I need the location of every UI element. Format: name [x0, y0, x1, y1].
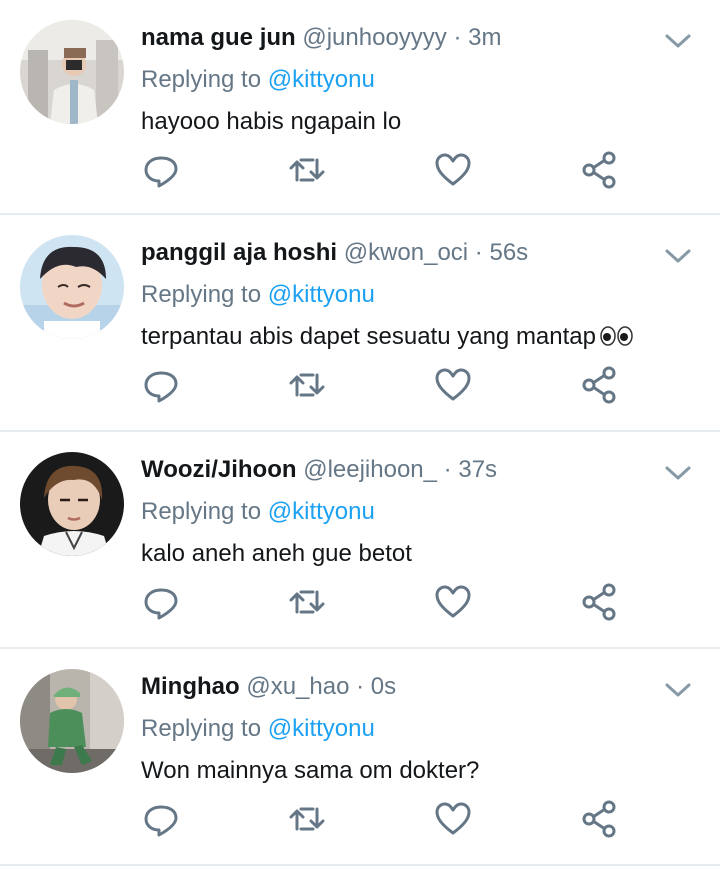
display-name[interactable]: Minghao [141, 673, 240, 700]
tweet-header: Minghao @xu_hao · 0s [141, 671, 700, 703]
reply-timeline: nama gue jun @junhooyyyy · 3m Replying t… [0, 0, 720, 866]
tweet-header: Woozi/Jihoon @leejihoon_ · 37s [141, 454, 700, 486]
avatar[interactable] [20, 452, 124, 556]
timestamp[interactable]: 56s [489, 239, 528, 266]
separator-dot: · [443, 456, 452, 483]
separator-dot: · [356, 673, 365, 700]
display-name[interactable]: nama gue jun [141, 24, 296, 51]
tweet-text: Won mainnya sama om dokter? [141, 755, 700, 787]
reply-icon[interactable] [141, 799, 181, 839]
heart-icon[interactable] [433, 150, 473, 190]
reply-tweet[interactable]: panggil aja hoshi @kwon_oci · 56s Replyi… [0, 215, 720, 432]
replying-to-line: Replying to @kittyonu [141, 64, 700, 96]
chevron-down-icon[interactable] [664, 464, 692, 482]
tweet-actions [141, 582, 621, 622]
display-name[interactable]: panggil aja hoshi [141, 239, 337, 266]
tweet-text-body: terpantau abis dapet sesuatu yang mantap [141, 323, 596, 350]
user-handle[interactable]: @kwon_oci [344, 239, 468, 266]
reply-icon[interactable] [141, 365, 181, 405]
heart-icon[interactable] [433, 582, 473, 622]
share-icon[interactable] [579, 150, 619, 190]
avatar[interactable] [20, 669, 124, 773]
chevron-down-icon[interactable] [664, 32, 692, 50]
reply-icon[interactable] [141, 150, 181, 190]
share-icon[interactable] [579, 582, 619, 622]
replying-to-link[interactable]: @kittyonu [268, 281, 375, 308]
user-handle[interactable]: @xu_hao [246, 673, 349, 700]
heart-icon[interactable] [433, 799, 473, 839]
display-name[interactable]: Woozi/Jihoon [141, 456, 297, 483]
tweet-content: Minghao @xu_hao · 0s Replying to @kittyo… [141, 671, 700, 787]
timestamp[interactable]: 3m [468, 24, 501, 51]
eyes-emoji-icon [600, 326, 633, 346]
timestamp[interactable]: 37s [458, 456, 497, 483]
separator-dot: · [474, 239, 483, 266]
tweet-header: nama gue jun @junhooyyyy · 3m [141, 22, 700, 54]
avatar[interactable] [20, 20, 124, 124]
timestamp[interactable]: 0s [371, 673, 396, 700]
tweet-content: Woozi/Jihoon @leejihoon_ · 37s Replying … [141, 454, 700, 570]
separator-dot: · [453, 24, 462, 51]
tweet-text-body: Won mainnya sama om dokter? [141, 757, 480, 784]
tweet-actions [141, 365, 621, 405]
tweet-text: hayooo habis ngapain lo [141, 106, 700, 138]
replying-to-line: Replying to @kittyonu [141, 713, 700, 745]
chevron-down-icon[interactable] [664, 681, 692, 699]
share-icon[interactable] [579, 365, 619, 405]
tweet-text: terpantau abis dapet sesuatu yang mantap [141, 321, 700, 353]
chevron-down-icon[interactable] [664, 247, 692, 265]
tweet-actions [141, 150, 621, 190]
retweet-icon[interactable] [287, 799, 327, 839]
replying-to-link[interactable]: @kittyonu [268, 498, 375, 525]
tweet-actions [141, 799, 621, 839]
replying-to-prefix: Replying to [141, 498, 262, 525]
retweet-icon[interactable] [287, 150, 327, 190]
share-icon[interactable] [579, 799, 619, 839]
reply-tweet[interactable]: nama gue jun @junhooyyyy · 3m Replying t… [0, 0, 720, 215]
replying-to-link[interactable]: @kittyonu [268, 66, 375, 93]
reply-icon[interactable] [141, 582, 181, 622]
replying-to-line: Replying to @kittyonu [141, 279, 700, 311]
tweet-text: kalo aneh aneh gue betot [141, 538, 700, 570]
replying-to-prefix: Replying to [141, 715, 262, 742]
reply-tweet[interactable]: Minghao @xu_hao · 0s Replying to @kittyo… [0, 649, 720, 866]
user-handle[interactable]: @junhooyyyy [302, 24, 446, 51]
reply-tweet[interactable]: Woozi/Jihoon @leejihoon_ · 37s Replying … [0, 432, 720, 649]
retweet-icon[interactable] [287, 365, 327, 405]
replying-to-link[interactable]: @kittyonu [268, 715, 375, 742]
tweet-content: panggil aja hoshi @kwon_oci · 56s Replyi… [141, 237, 700, 353]
replying-to-line: Replying to @kittyonu [141, 496, 700, 528]
tweet-text-body: kalo aneh aneh gue betot [141, 540, 412, 567]
replying-to-prefix: Replying to [141, 66, 262, 93]
tweet-content: nama gue jun @junhooyyyy · 3m Replying t… [141, 22, 700, 138]
retweet-icon[interactable] [287, 582, 327, 622]
avatar[interactable] [20, 235, 124, 339]
tweet-header: panggil aja hoshi @kwon_oci · 56s [141, 237, 700, 269]
heart-icon[interactable] [433, 365, 473, 405]
replying-to-prefix: Replying to [141, 281, 262, 308]
tweet-text-body: hayooo habis ngapain lo [141, 108, 402, 135]
user-handle[interactable]: @leejihoon_ [303, 456, 437, 483]
